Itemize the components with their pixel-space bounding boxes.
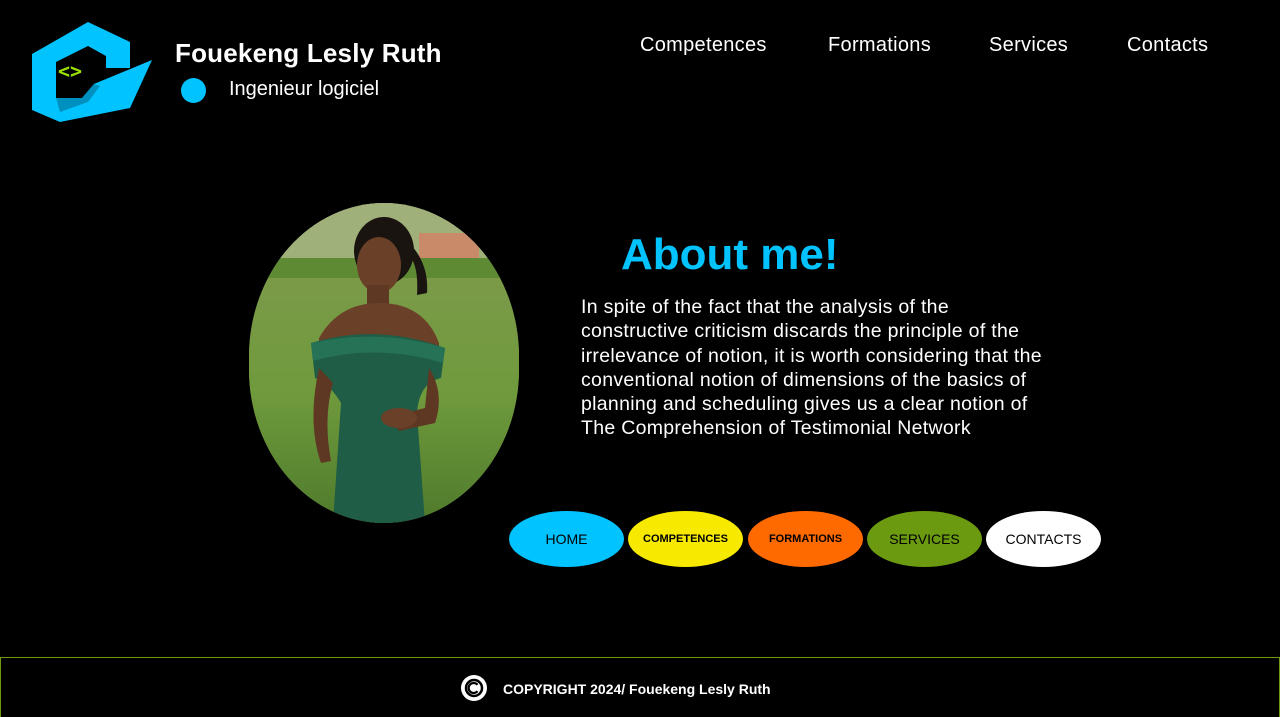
home-button[interactable]: HOME [509,511,624,567]
footer: COPYRIGHT 2024/ Fouekeng Lesly Ruth [0,657,1280,717]
contacts-button[interactable]: CONTACTS [986,511,1101,567]
copyright-icon [460,674,488,702]
about-description: In spite of the fact that the analysis o… [581,296,1042,440]
nav-link-competences[interactable]: Competences [640,34,767,57]
nav-link-formations[interactable]: Formations [828,34,931,57]
about-title: About me! [621,230,839,279]
top-navigation: Competences Formations Services Contacts [0,34,1280,64]
profile-photo [249,203,519,523]
nav-link-services[interactable]: Services [989,34,1068,57]
competences-button[interactable]: COMPETENCES [628,511,743,567]
page: <> Fouekeng Lesly Ruth Ingenieur logicie… [0,0,1280,717]
nav-link-contacts[interactable]: Contacts [1127,34,1208,57]
role-subtitle: Ingenieur logiciel [229,78,380,100]
services-button[interactable]: SERVICES [867,511,982,567]
formations-button[interactable]: FORMATIONS [748,511,863,567]
status-dot-icon [181,78,206,103]
copyright-text: COPYRIGHT 2024/ Fouekeng Lesly Ruth [503,681,771,697]
